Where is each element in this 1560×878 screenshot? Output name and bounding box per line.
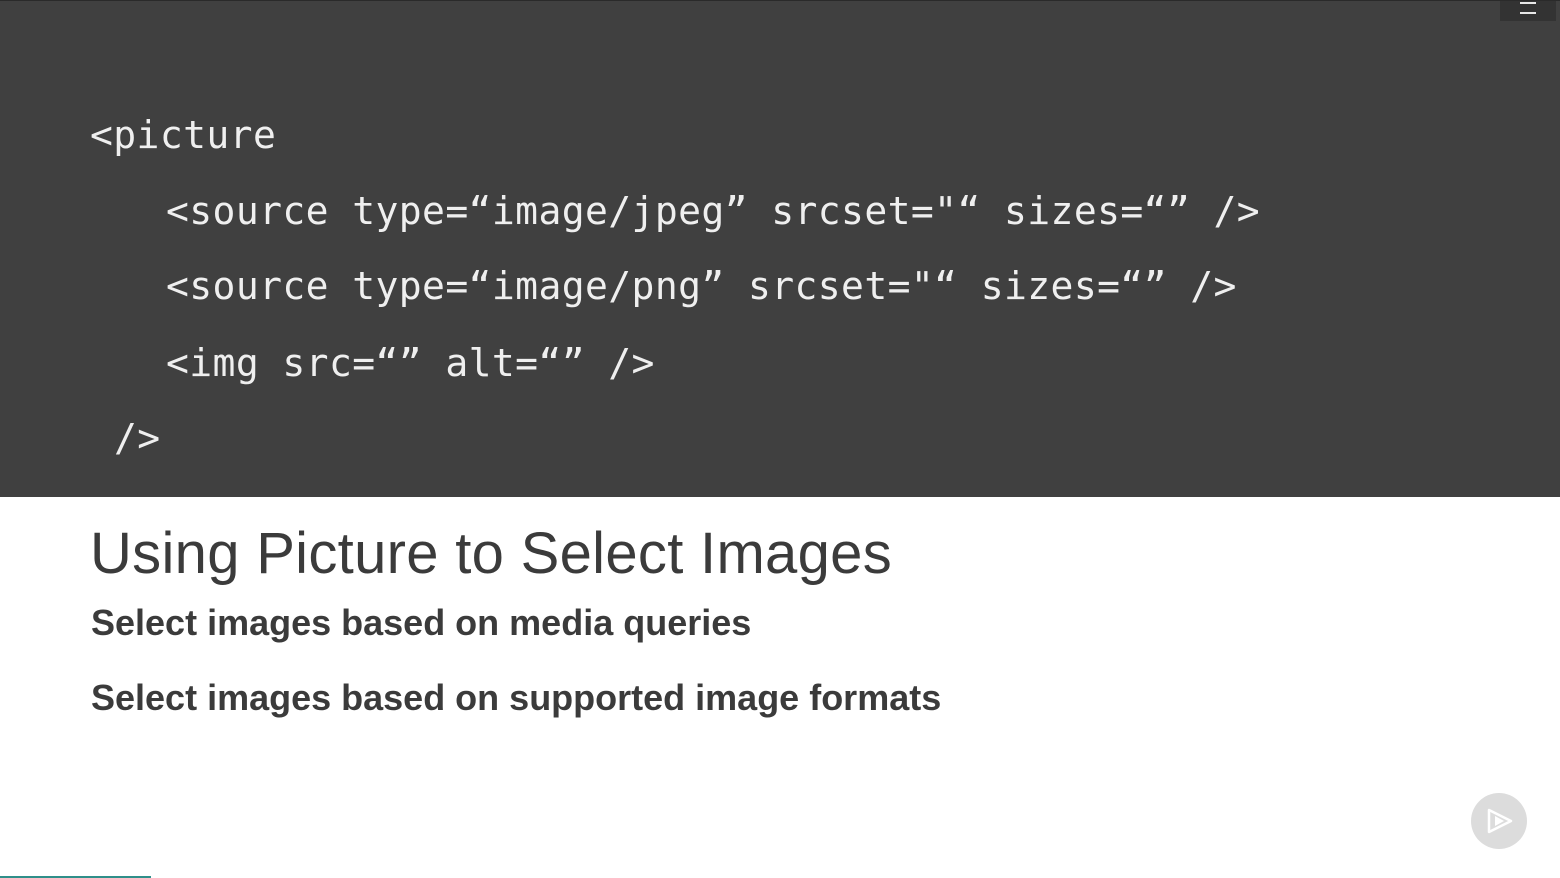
hamburger-menu-icon: [1520, 2, 1536, 14]
code-line-source-jpeg: <source type=“image/jpeg” srcset="“ size…: [166, 189, 1261, 233]
bullet-image-formats: Select images based on supported image f…: [91, 677, 942, 718]
play-button[interactable]: [1471, 793, 1527, 849]
menu-button[interactable]: [1500, 1, 1556, 21]
video-slide: <picture <source type=“image/jpeg” srcse…: [0, 0, 1560, 878]
code-line-source-png: <source type=“image/png” srcset="“ sizes…: [166, 264, 1237, 308]
code-line-picture-close: />: [114, 416, 161, 460]
code-line-img: <img src=“” alt=“” />: [166, 341, 655, 385]
play-icon: [1487, 808, 1513, 834]
bullet-media-queries: Select images based on media queries: [91, 602, 752, 643]
code-panel: <picture <source type=“image/jpeg” srcse…: [0, 0, 1560, 497]
slide-title: Using Picture to Select Images: [90, 521, 893, 586]
code-line-picture-open: <picture: [90, 113, 277, 157]
